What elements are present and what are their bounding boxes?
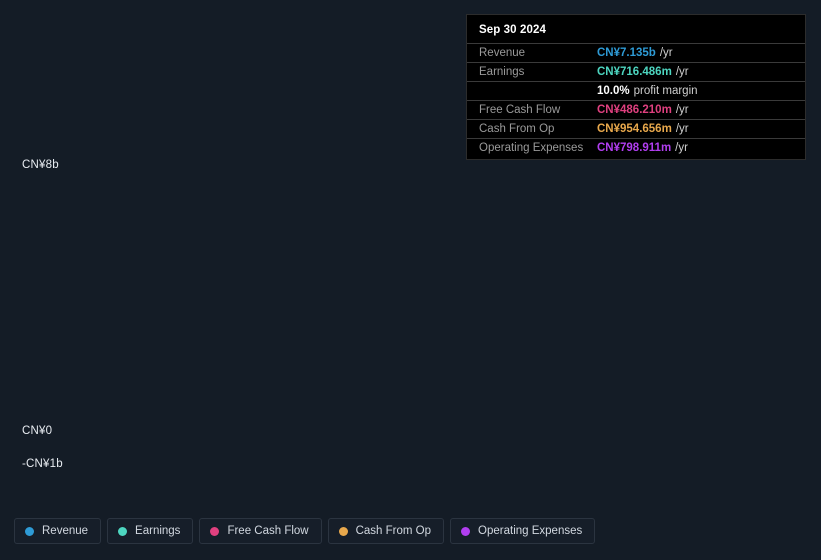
tooltip-row-key: Earnings (479, 66, 525, 78)
legend-item-revenue[interactable]: Revenue (14, 518, 102, 544)
tooltip-row-key: Free Cash Flow (479, 104, 561, 116)
tooltip-row-value: CN¥486.210m (597, 104, 672, 116)
tooltip-rows: Revenue CN¥7.135b/yr Earnings CN¥716.486m/y… (467, 43, 805, 157)
tooltip-row-value: CN¥716.486m (597, 66, 672, 78)
tooltip-row-value: CN¥954.656m (597, 123, 672, 135)
financial-chart-page: CN¥8b CN¥0 -CN¥1b Sep 30 2024 Revenue CN¥… (0, 0, 821, 560)
legend-item-label: Cash From Op (355, 525, 432, 537)
legend-item-free-cash-flow[interactable]: Free Cash Flow (199, 518, 322, 544)
tooltip-row-unit: /yr (675, 123, 689, 135)
tooltip-row: Cash From Op CN¥954.656m/yr (467, 119, 805, 138)
chart-legend: Revenue Earnings Free Cash Flow Cash From O… (14, 518, 596, 544)
tooltip-subrow-profit-margin: 10.0% profit margin (467, 81, 805, 100)
tooltip-row-value: CN¥7.135b (597, 47, 656, 59)
legend-dot-icon (338, 526, 348, 536)
tooltip-row-key: Operating Expenses (479, 142, 584, 154)
tooltip-row: Earnings CN¥716.486m/yr (467, 62, 805, 81)
legend-item-label: Earnings (135, 525, 181, 537)
tooltip-row-unit: /yr (675, 104, 689, 116)
tooltip-row-unit: /yr (675, 66, 689, 78)
tooltip-date: Sep 30 2024 (479, 24, 546, 36)
legend-dot-icon (118, 526, 128, 536)
legend-item-earnings[interactable]: Earnings (107, 518, 194, 544)
legend-dot-icon (461, 526, 471, 536)
x-axis (0, 484, 821, 502)
tooltip-row-key: Revenue (479, 47, 526, 59)
legend-item-operating-expenses[interactable]: Operating Expenses (450, 518, 596, 544)
tooltip-row: Free Cash Flow CN¥486.210m/yr (467, 100, 805, 119)
tooltip-row-unit: /yr (659, 47, 673, 59)
legend-item-label: Revenue (42, 525, 89, 537)
legend-item-cash-from-op[interactable]: Cash From Op (327, 518, 445, 544)
tooltip-row: Operating Expenses CN¥798.911m/yr (467, 138, 805, 157)
tooltip-row-value: 10.0% (597, 85, 630, 97)
tooltip-row-key: Cash From Op (479, 123, 555, 135)
legend-item-label: Free Cash Flow (227, 525, 309, 537)
y-axis-label-min: -CN¥1b (22, 458, 63, 470)
tooltip-row-unit: /yr (675, 142, 688, 154)
legend-item-label: Operating Expenses (478, 525, 583, 537)
y-axis-label-zero: CN¥0 (22, 425, 56, 437)
legend-dot-icon (25, 526, 34, 536)
chart-tooltip: Sep 30 2024 Revenue CN¥7.135b/yr Earnings C… (466, 14, 806, 160)
tooltip-row-value: CN¥798.911m (597, 142, 672, 154)
tooltip-row: Revenue CN¥7.135b/yr (467, 43, 805, 62)
tooltip-row-unit: profit margin (633, 85, 698, 97)
legend-dot-icon (210, 526, 220, 536)
y-axis-label-max: CN¥8b (22, 159, 59, 171)
